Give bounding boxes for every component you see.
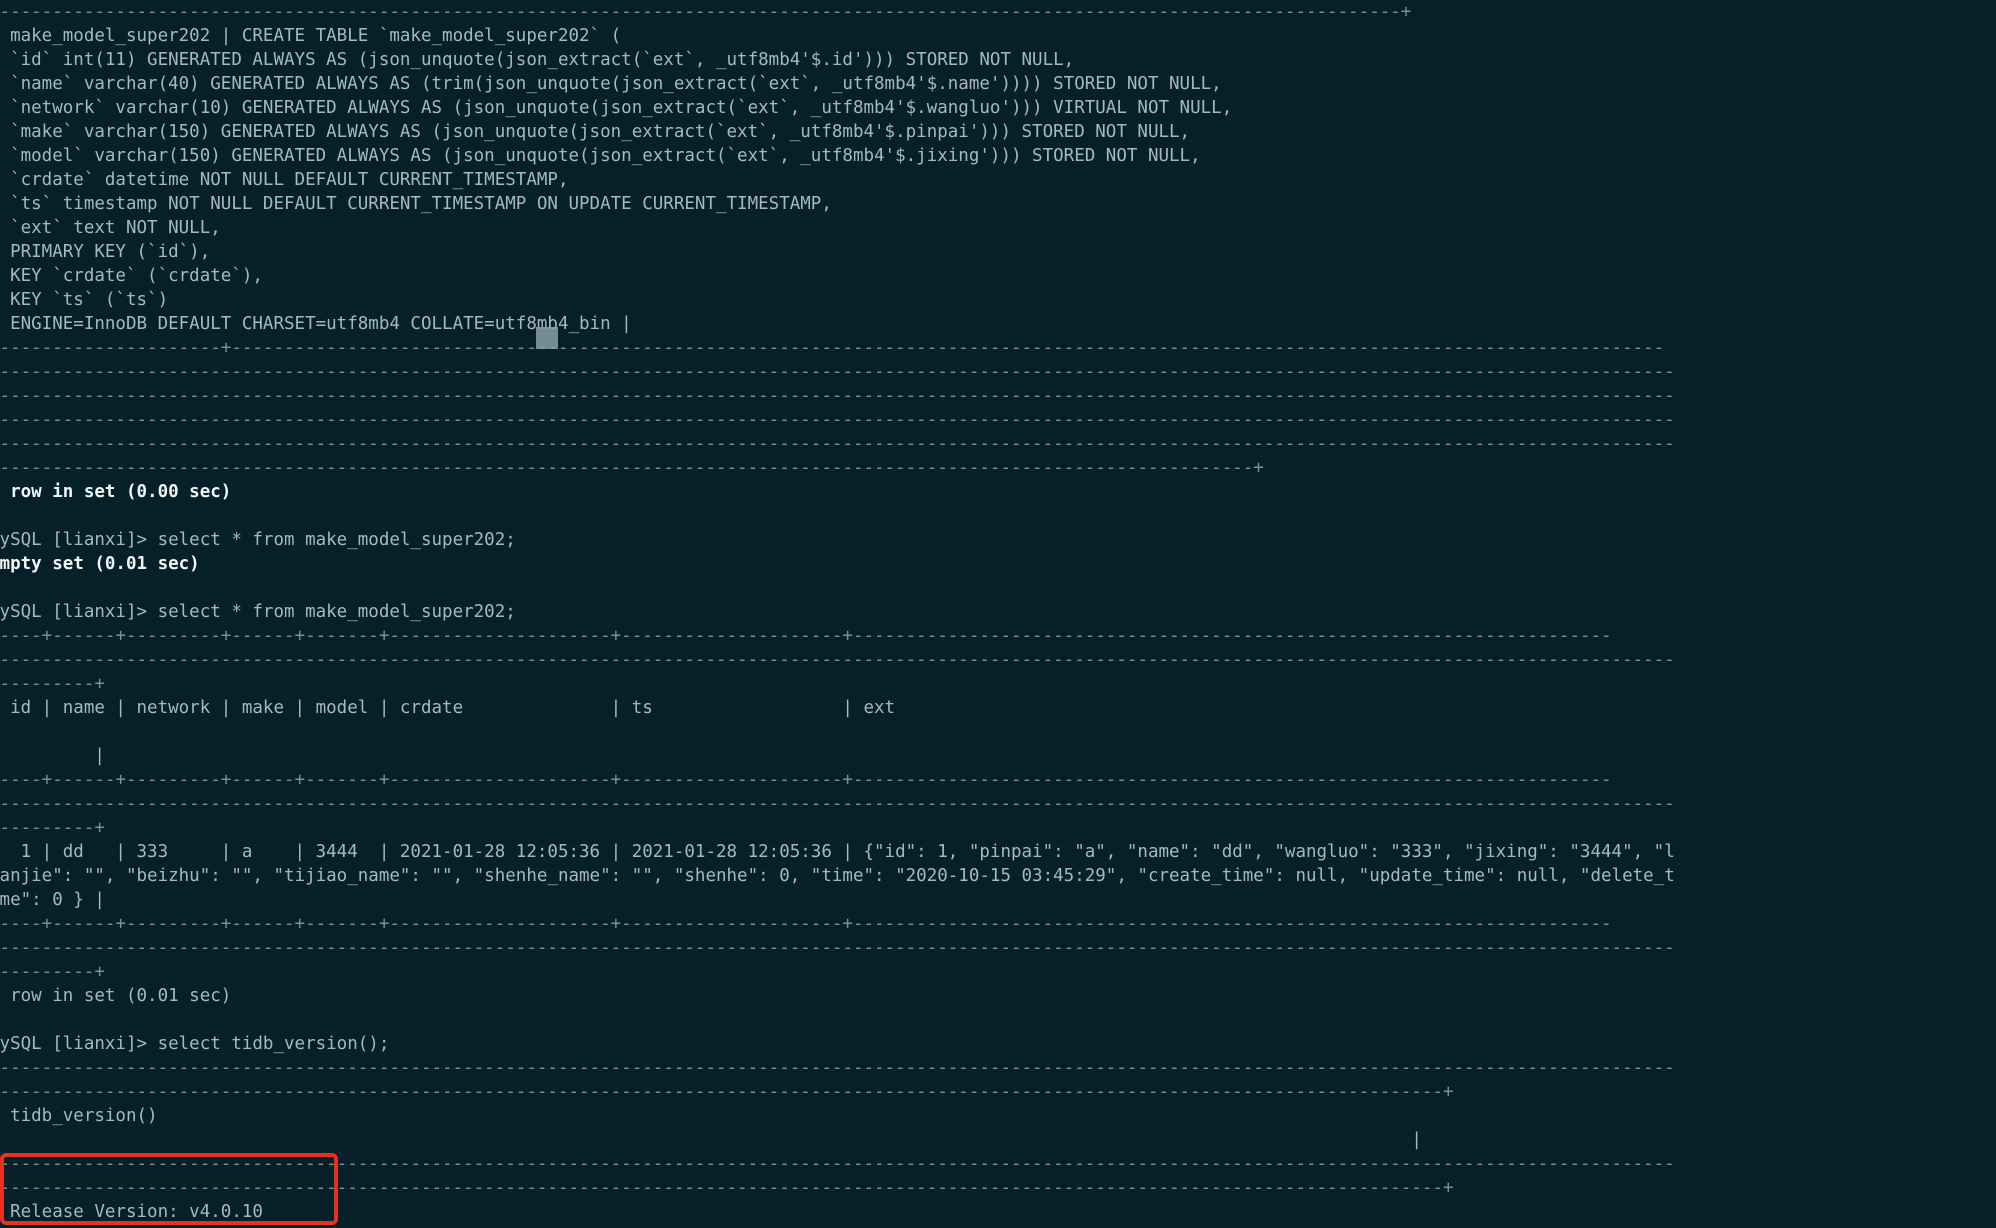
terminal-line: | make_model_super202 | CREATE TABLE `ma… [0, 26, 622, 46]
terminal-line: +----+------+---------+------+-------+--… [0, 626, 1612, 646]
terminal-line: | id | name | network | make | model | c… [0, 698, 896, 718]
terminal-line: `crdate` datetime NOT NULL DEFAULT CURRE… [0, 170, 569, 190]
text-cursor [536, 327, 558, 349]
release-version-highlight [0, 1153, 338, 1225]
terminal-line: ianjie": "", "beizhu": "", "tijiao_name"… [0, 866, 1675, 886]
terminal-line: ----------+ [0, 962, 105, 982]
terminal-line: ----------------------------------------… [0, 794, 1675, 814]
terminal-line: `id` int(11) GENERATED ALWAYS AS (json_u… [0, 50, 1075, 70]
terminal-line: 1 row in set (0.01 sec) [0, 986, 232, 1006]
terminal-line: Empty set (0.01 sec) [0, 554, 200, 574]
terminal-line: `ts` timestamp NOT NULL DEFAULT CURRENT_… [0, 194, 832, 214]
terminal-line: +---------------------------------------… [0, 1058, 1675, 1078]
terminal-line: | [0, 746, 105, 766]
terminal-line: ----------+ [0, 818, 105, 838]
terminal-line: `network` varchar(10) GENERATED ALWAYS A… [0, 98, 1233, 118]
terminal-line: `ext` text NOT NULL, [0, 218, 221, 238]
terminal-line: ----------+ [0, 674, 105, 694]
terminal-line: MySQL [lianxi]> select tidb_version(); [0, 1034, 390, 1054]
terminal-line: `name` varchar(40) GENERATED ALWAYS AS (… [0, 74, 1222, 94]
terminal-line: KEY `crdate` (`crdate`), [0, 266, 263, 286]
terminal-line: `model` varchar(150) GENERATED ALWAYS AS… [0, 146, 1201, 166]
terminal-line: ----------------------------------------… [0, 650, 1675, 670]
terminal-line: ----------------------------------------… [0, 458, 1264, 478]
terminal-line: +---------------------+-----------------… [0, 338, 1665, 358]
terminal-line: | [0, 1130, 1422, 1150]
terminal-line: | tidb_version() [0, 1106, 158, 1126]
terminal-line: ----------------------------------------… [0, 1082, 1454, 1102]
terminal-line: ----------------------------------------… [0, 362, 1675, 382]
terminal-line: KEY `ts` (`ts`) [0, 290, 169, 310]
terminal-line: ----------------------------------------… [0, 434, 1675, 454]
terminal-line: ----------------------------------------… [0, 938, 1675, 958]
terminal-line: 1 row in set (0.00 sec) [0, 482, 232, 502]
terminal-line: +----+------+---------+------+-------+--… [0, 770, 1612, 790]
terminal-line: | 1 | dd | 333 | a | 3444 | 2021-01-28 1… [0, 842, 1675, 862]
terminal-line: MySQL [lianxi]> select * from make_model… [0, 602, 516, 622]
terminal-line: PRIMARY KEY (`id`), [0, 242, 211, 262]
terminal-line: +---------------------------------------… [0, 2, 1412, 22]
terminal-line: +----+------+---------+------+-------+--… [0, 914, 1612, 934]
terminal-line: ----------------------------------------… [0, 410, 1675, 430]
terminal-window[interactable]: +---------------------------------------… [0, 0, 1996, 1228]
terminal-line: ----------------------------------------… [0, 386, 1675, 406]
terminal-line: MySQL [lianxi]> select * from make_model… [0, 530, 516, 550]
terminal-line: `make` varchar(150) GENERATED ALWAYS AS … [0, 122, 1191, 142]
terminal-line: ime": 0 } | [0, 890, 105, 910]
